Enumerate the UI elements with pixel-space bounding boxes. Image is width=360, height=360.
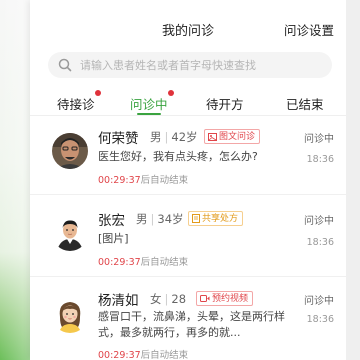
consultation-row[interactable]: 何荣赞 男 | 42岁 图文问诊 问诊中 医生您好，我有点头疼，怎么办? 18:36… bbox=[30, 117, 346, 195]
countdown-time: 00:29:37 bbox=[98, 257, 141, 268]
message-time: 18:36 bbox=[306, 237, 334, 248]
consultation-type-badge: 预约视频 bbox=[196, 291, 254, 306]
auto-end-countdown: 00:29:37后自动结束 bbox=[98, 254, 188, 268]
consultation-type-badge: 图文问诊 bbox=[204, 129, 261, 144]
patient-age: 42岁 bbox=[171, 130, 198, 144]
consultation-settings-button[interactable]: 问诊设置 bbox=[284, 20, 334, 39]
patient-avatar bbox=[52, 215, 88, 251]
consultation-type-badge: 共享处方 bbox=[188, 211, 244, 226]
consultation-type: 预约视频 bbox=[212, 293, 249, 304]
tab-ended[interactable]: 已结束 bbox=[286, 94, 324, 113]
patient-meta: 男 | 42岁 bbox=[150, 130, 198, 144]
tab-pending[interactable]: 待接诊 bbox=[57, 90, 101, 113]
patient-gender: 男 bbox=[136, 212, 148, 226]
search-input[interactable] bbox=[80, 58, 320, 72]
video-icon bbox=[200, 295, 210, 302]
background-gutter bbox=[346, 0, 360, 360]
tab-label: 待开方 bbox=[206, 97, 244, 112]
header: 我的问诊 问诊设置 bbox=[30, 0, 346, 46]
countdown-suffix: 后自动结束 bbox=[140, 350, 189, 360]
countdown-time: 00:29:37 bbox=[98, 350, 141, 360]
countdown-suffix: 后自动结束 bbox=[140, 175, 189, 186]
image-text-icon bbox=[208, 132, 217, 141]
consultation-row[interactable]: 张宏 男 | 34岁 共享处方 问诊中 [图片] 18:36 00:29:37后自动… bbox=[30, 195, 346, 277]
active-tab-indicator bbox=[137, 113, 161, 115]
message-time: 18:36 bbox=[306, 314, 334, 325]
patient-meta: 男 | 34岁 bbox=[136, 212, 184, 226]
tab-in-consultation[interactable]: 问诊中 bbox=[130, 90, 174, 113]
patient-gender: 女 bbox=[150, 292, 162, 306]
tab-label: 待接诊 bbox=[57, 97, 95, 112]
auto-end-countdown: 00:29:37后自动结束 bbox=[98, 172, 188, 186]
document-icon bbox=[192, 214, 200, 223]
consultation-screen: 我的问诊 问诊设置 待接诊 问诊中 待开方 已结束 bbox=[30, 0, 346, 360]
consultation-status: 问诊中 bbox=[304, 296, 334, 307]
consultation-type: 图文问诊 bbox=[219, 131, 256, 142]
countdown-suffix: 后自动结束 bbox=[140, 257, 189, 268]
tab-label: 问诊中 bbox=[130, 97, 168, 112]
countdown-time: 00:29:37 bbox=[98, 175, 141, 186]
patient-meta: 女 | 28 bbox=[150, 292, 187, 306]
auto-end-countdown: 00:29:37后自动结束 bbox=[98, 347, 188, 360]
patient-age: 34岁 bbox=[157, 212, 184, 226]
consultation-list: 何荣赞 男 | 42岁 图文问诊 问诊中 医生您好，我有点头疼，怎么办? 18:36… bbox=[30, 117, 346, 360]
last-message: [图片] bbox=[98, 232, 129, 245]
consultation-row[interactable]: 杨清如 女 | 28 预约视频 问诊中 感冒口干，流鼻涕，头晕，这是两行样式，最多就… bbox=[30, 277, 346, 360]
consultation-type: 共享处方 bbox=[202, 213, 239, 224]
tab-label: 已结束 bbox=[286, 97, 324, 112]
patient-avatar bbox=[52, 297, 88, 333]
patient-name: 何荣赞 bbox=[98, 131, 139, 147]
last-message: 医生您好，我有点头疼，怎么办? bbox=[98, 150, 258, 163]
patient-age: 28 bbox=[171, 292, 187, 306]
patient-name: 杨清如 bbox=[98, 293, 139, 309]
patient-gender: 男 bbox=[150, 130, 162, 144]
tab-bar: 待接诊 问诊中 待开方 已结束 bbox=[30, 86, 346, 116]
consultation-status: 问诊中 bbox=[304, 216, 334, 227]
search-icon bbox=[58, 58, 72, 72]
search-bar[interactable] bbox=[48, 52, 332, 78]
tab-to-prescribe[interactable]: 待开方 bbox=[206, 94, 244, 113]
notification-dot bbox=[94, 90, 101, 96]
patient-avatar bbox=[52, 133, 88, 169]
background-strip bbox=[0, 0, 30, 360]
last-message: 感冒口干，流鼻涕，头晕，这是两行样式，最多就两行，再多的就... bbox=[98, 310, 285, 339]
message-time: 18:36 bbox=[306, 154, 334, 165]
consultation-status: 问诊中 bbox=[304, 134, 334, 145]
patient-name: 张宏 bbox=[98, 213, 125, 229]
notification-dot bbox=[167, 90, 174, 96]
